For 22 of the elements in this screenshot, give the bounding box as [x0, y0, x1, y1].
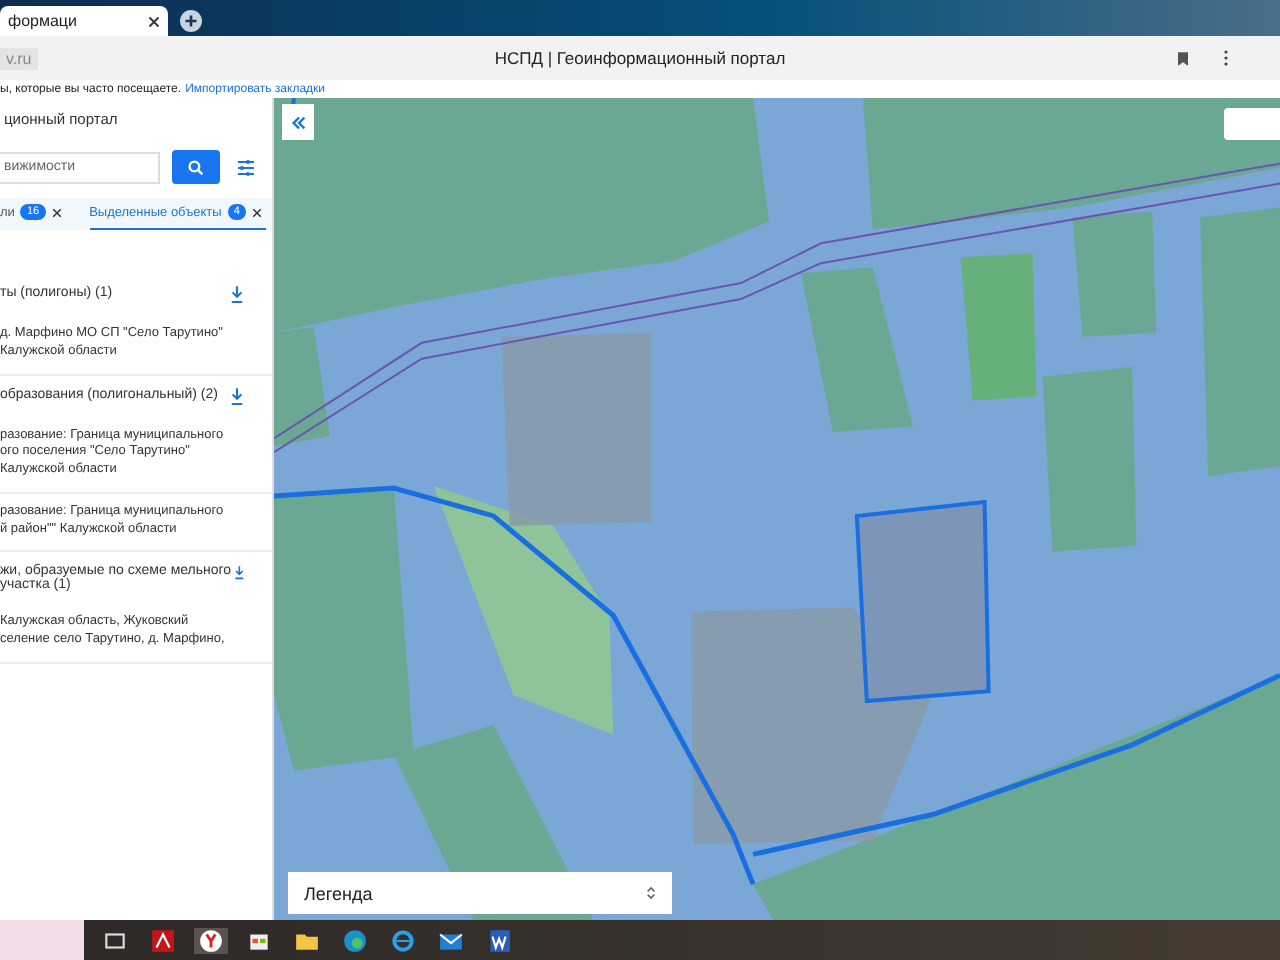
pdf-icon[interactable]	[146, 927, 180, 953]
download-icon[interactable]	[233, 564, 244, 583]
browser-tab[interactable]: формаци	[0, 6, 168, 36]
close-icon[interactable]	[148, 15, 160, 27]
photo-placeholder	[0, 920, 84, 960]
filter-icon[interactable]	[236, 157, 256, 177]
chevron-updown-icon	[646, 884, 656, 902]
search-icon	[188, 159, 204, 175]
collapse-button[interactable]	[282, 104, 314, 140]
search-button[interactable]	[172, 150, 220, 184]
browser-icon[interactable]	[194, 927, 228, 953]
close-icon[interactable]	[251, 207, 262, 217]
double-chevron-left-icon	[289, 113, 307, 131]
bookmark-icon[interactable]	[1178, 51, 1188, 65]
download-icon[interactable]	[230, 286, 244, 304]
close-icon[interactable]	[51, 207, 62, 217]
edge-icon[interactable]	[338, 927, 372, 953]
page-title: НСПД | Геоинформационный портал	[494, 48, 786, 68]
download-icon[interactable]	[230, 387, 244, 406]
new-tab-icon[interactable]	[180, 10, 202, 32]
legend-dropdown[interactable]: Легенда	[288, 872, 672, 914]
internet-explorer-icon[interactable]	[386, 927, 420, 953]
